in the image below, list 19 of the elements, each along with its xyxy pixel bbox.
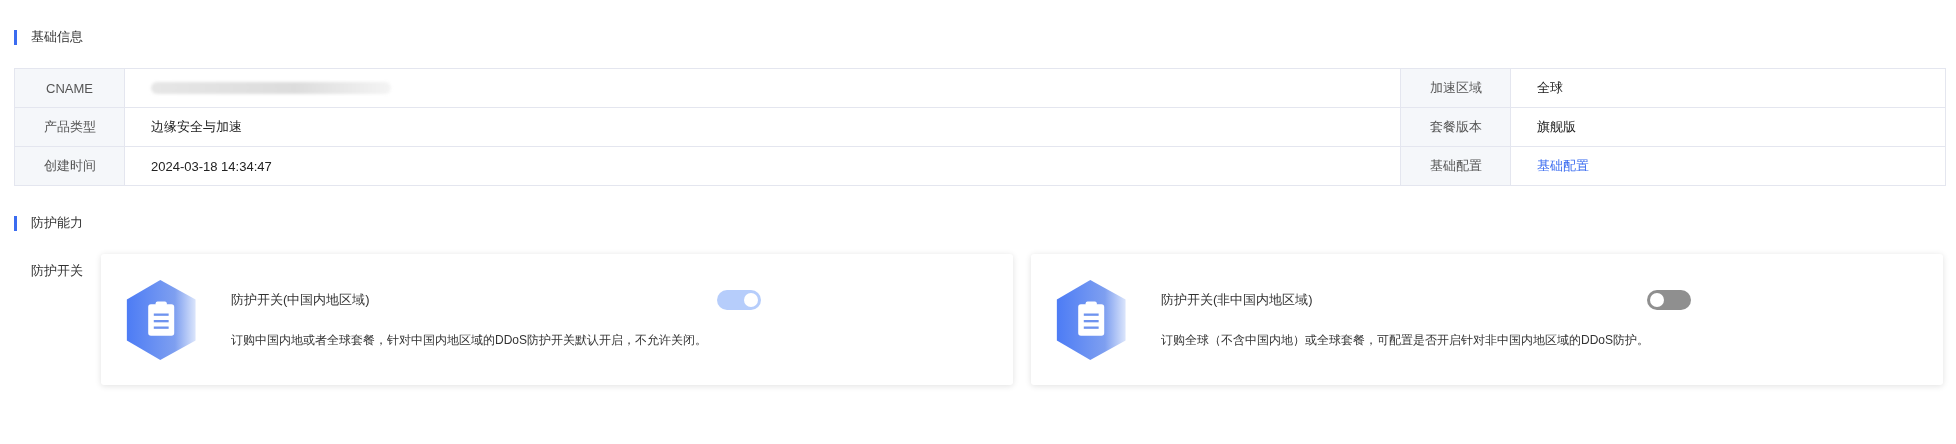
field-label: 防护开关 xyxy=(30,262,84,280)
table-cell: CNAME xyxy=(15,69,125,107)
table-cell: 产品类型 xyxy=(15,108,125,146)
table-cell: 基础配置 xyxy=(1401,147,1511,185)
table-cell: 全球 xyxy=(1537,79,1563,97)
card-description: 订购中国内地或者全球套餐，针对中国内地区域的DDoS防护开关默认开启，不允许关闭。 xyxy=(231,332,708,349)
table-cell: 套餐版本 xyxy=(1401,108,1511,146)
table-cell: 边缘安全与加速 xyxy=(151,118,242,136)
table-cell: 创建时间 xyxy=(15,147,125,185)
toggle-switch[interactable] xyxy=(1647,290,1691,310)
card-description: 订购全球（不含中国内地）或全球套餐，可配置是否开启针对非中国内地区域的DDoS防护。 xyxy=(1161,332,1650,349)
table-cell: 加速区域 xyxy=(1401,69,1511,107)
table-cell: 2024-03-18 14:34:47 xyxy=(151,158,272,174)
card-title: 防护开关(非中国内地区域) xyxy=(1161,291,1313,309)
table-cell: 旗舰版 xyxy=(1537,118,1576,136)
section-title: 基础信息 xyxy=(31,28,83,46)
card-title: 防护开关(中国内地区域) xyxy=(231,291,370,309)
section-title: 防护能力 xyxy=(31,214,83,232)
config-link[interactable]: 基础配置 xyxy=(1537,157,1589,175)
